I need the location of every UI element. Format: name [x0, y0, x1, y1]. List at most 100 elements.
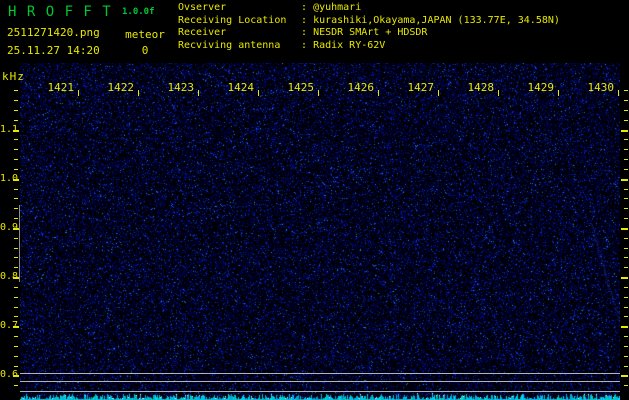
freq-minor-tick	[14, 189, 18, 190]
freq-minor-tick-right	[624, 149, 628, 150]
freq-minor-tick-right	[624, 336, 628, 337]
freq-minor-tick	[14, 316, 18, 317]
freq-minor-tick	[14, 257, 18, 258]
freq-minor-tick-right	[624, 238, 628, 239]
freq-minor-tick-right	[624, 90, 628, 91]
time-tick	[558, 90, 559, 96]
time-tick-label: 1423	[167, 81, 195, 94]
freq-minor-tick-right	[624, 385, 628, 386]
freq-tick	[13, 375, 19, 377]
time-tick-label: 1421	[47, 81, 75, 94]
freq-tick-right	[621, 375, 628, 377]
freq-minor-tick	[14, 120, 18, 121]
freq-minor-tick	[14, 248, 18, 249]
freq-tick-label: 0.6	[0, 369, 19, 381]
info-label: Receiver	[178, 27, 227, 39]
freq-minor-tick-right	[624, 159, 628, 160]
time-tick-label: 1426	[347, 81, 375, 94]
carrier-line	[20, 373, 620, 374]
freq-minor-tick-right	[624, 297, 628, 298]
time-tick	[438, 90, 439, 96]
freq-tick-label: 0.8	[0, 271, 19, 283]
time-tick	[378, 90, 379, 96]
freq-minor-tick-right	[624, 189, 628, 190]
carrier-line	[20, 391, 620, 392]
freq-minor-tick	[14, 139, 18, 140]
freq-tick-right	[621, 277, 628, 279]
time-tick-label: 1428	[467, 81, 495, 94]
freq-unit-label: kHz	[2, 70, 25, 83]
freq-tick	[13, 179, 19, 181]
output-filename: 2511271420.png	[7, 26, 100, 39]
info-label: Receiving Location	[178, 14, 287, 26]
info-block: Ovserver : @yuhmari Receiving Location : …	[178, 2, 560, 53]
freq-minor-tick-right	[624, 110, 628, 111]
freq-tick-right	[621, 130, 628, 132]
freq-tick	[13, 326, 19, 328]
app-title: H R O F F T	[8, 4, 112, 20]
timestamp: 25.11.27 14:20	[7, 44, 100, 57]
time-tick-label: 1429	[527, 81, 555, 94]
freq-minor-tick-right	[624, 346, 628, 347]
freq-minor-tick	[14, 287, 18, 288]
freq-minor-tick-right	[624, 169, 628, 170]
freq-minor-tick	[14, 366, 18, 367]
freq-minor-tick	[14, 346, 18, 347]
freq-minor-tick-right	[624, 287, 628, 288]
freq-tick-right	[621, 326, 628, 328]
time-tick-label: 1430	[587, 81, 615, 94]
info-row: Receiver : NESDR SMArt + HDSDR	[178, 27, 560, 40]
info-row: Recviving antenna : Radix RY-62V	[178, 40, 560, 53]
info-value: NESDR SMArt + HDSDR	[313, 27, 428, 39]
freq-minor-tick-right	[624, 139, 628, 140]
time-tick	[318, 90, 319, 96]
freq-minor-tick-right	[624, 307, 628, 308]
freq-minor-tick-right	[624, 218, 628, 219]
freq-minor-tick	[14, 159, 18, 160]
app-version: 1.0.0f	[122, 7, 155, 17]
info-separator: :	[295, 27, 314, 39]
info-label: Recviving antenna	[178, 40, 281, 52]
freq-tick-label: 1.0	[0, 172, 19, 184]
meteor-count-label: meteor	[125, 28, 165, 41]
freq-minor-tick	[14, 385, 18, 386]
time-tick-label: 1427	[407, 81, 435, 94]
freq-minor-tick-right	[624, 257, 628, 258]
time-tick	[618, 90, 619, 96]
info-value: Radix RY-62V	[313, 40, 386, 52]
freq-minor-tick	[14, 238, 18, 239]
info-row: Receiving Location : kurashiki,Okayama,J…	[178, 15, 560, 28]
freq-minor-tick-right	[624, 366, 628, 367]
spectrogram-canvas	[20, 63, 620, 400]
freq-tick-right	[621, 228, 628, 230]
time-tick	[498, 90, 499, 96]
freq-minor-tick-right	[624, 120, 628, 121]
freq-minor-tick-right	[624, 248, 628, 249]
info-separator: :	[295, 2, 314, 13]
freq-minor-tick-right	[624, 356, 628, 357]
freq-minor-tick	[14, 198, 18, 199]
carrier-line	[20, 381, 620, 382]
freq-minor-tick	[14, 336, 18, 337]
freq-minor-tick	[14, 356, 18, 357]
freq-minor-tick	[14, 208, 18, 209]
time-tick	[138, 90, 139, 96]
freq-tick	[13, 130, 19, 132]
info-value: kurashiki,Okayama,JAPAN (133.77E, 34.58N…	[313, 14, 560, 26]
freq-minor-tick	[14, 218, 18, 219]
freq-minor-tick-right	[624, 100, 628, 101]
info-separator: :	[295, 14, 314, 26]
freq-minor-tick	[14, 307, 18, 308]
freq-minor-tick	[14, 169, 18, 170]
hrofft-output: H R O F F T 1.0.0f 2511271420.png meteor…	[0, 0, 629, 400]
freq-tick-label: 0.7	[0, 320, 19, 332]
band-marker-line	[19, 205, 20, 282]
time-tick-label: 1422	[107, 81, 135, 94]
meteor-count-value: 0	[141, 44, 149, 57]
time-tick-label: 1424	[227, 81, 255, 94]
freq-minor-tick	[14, 100, 18, 101]
freq-tick-label: 1.1	[0, 123, 19, 135]
time-tick	[258, 90, 259, 96]
freq-tick-label: 0.9	[0, 221, 19, 233]
info-row: Ovserver : @yuhmari	[178, 2, 560, 15]
